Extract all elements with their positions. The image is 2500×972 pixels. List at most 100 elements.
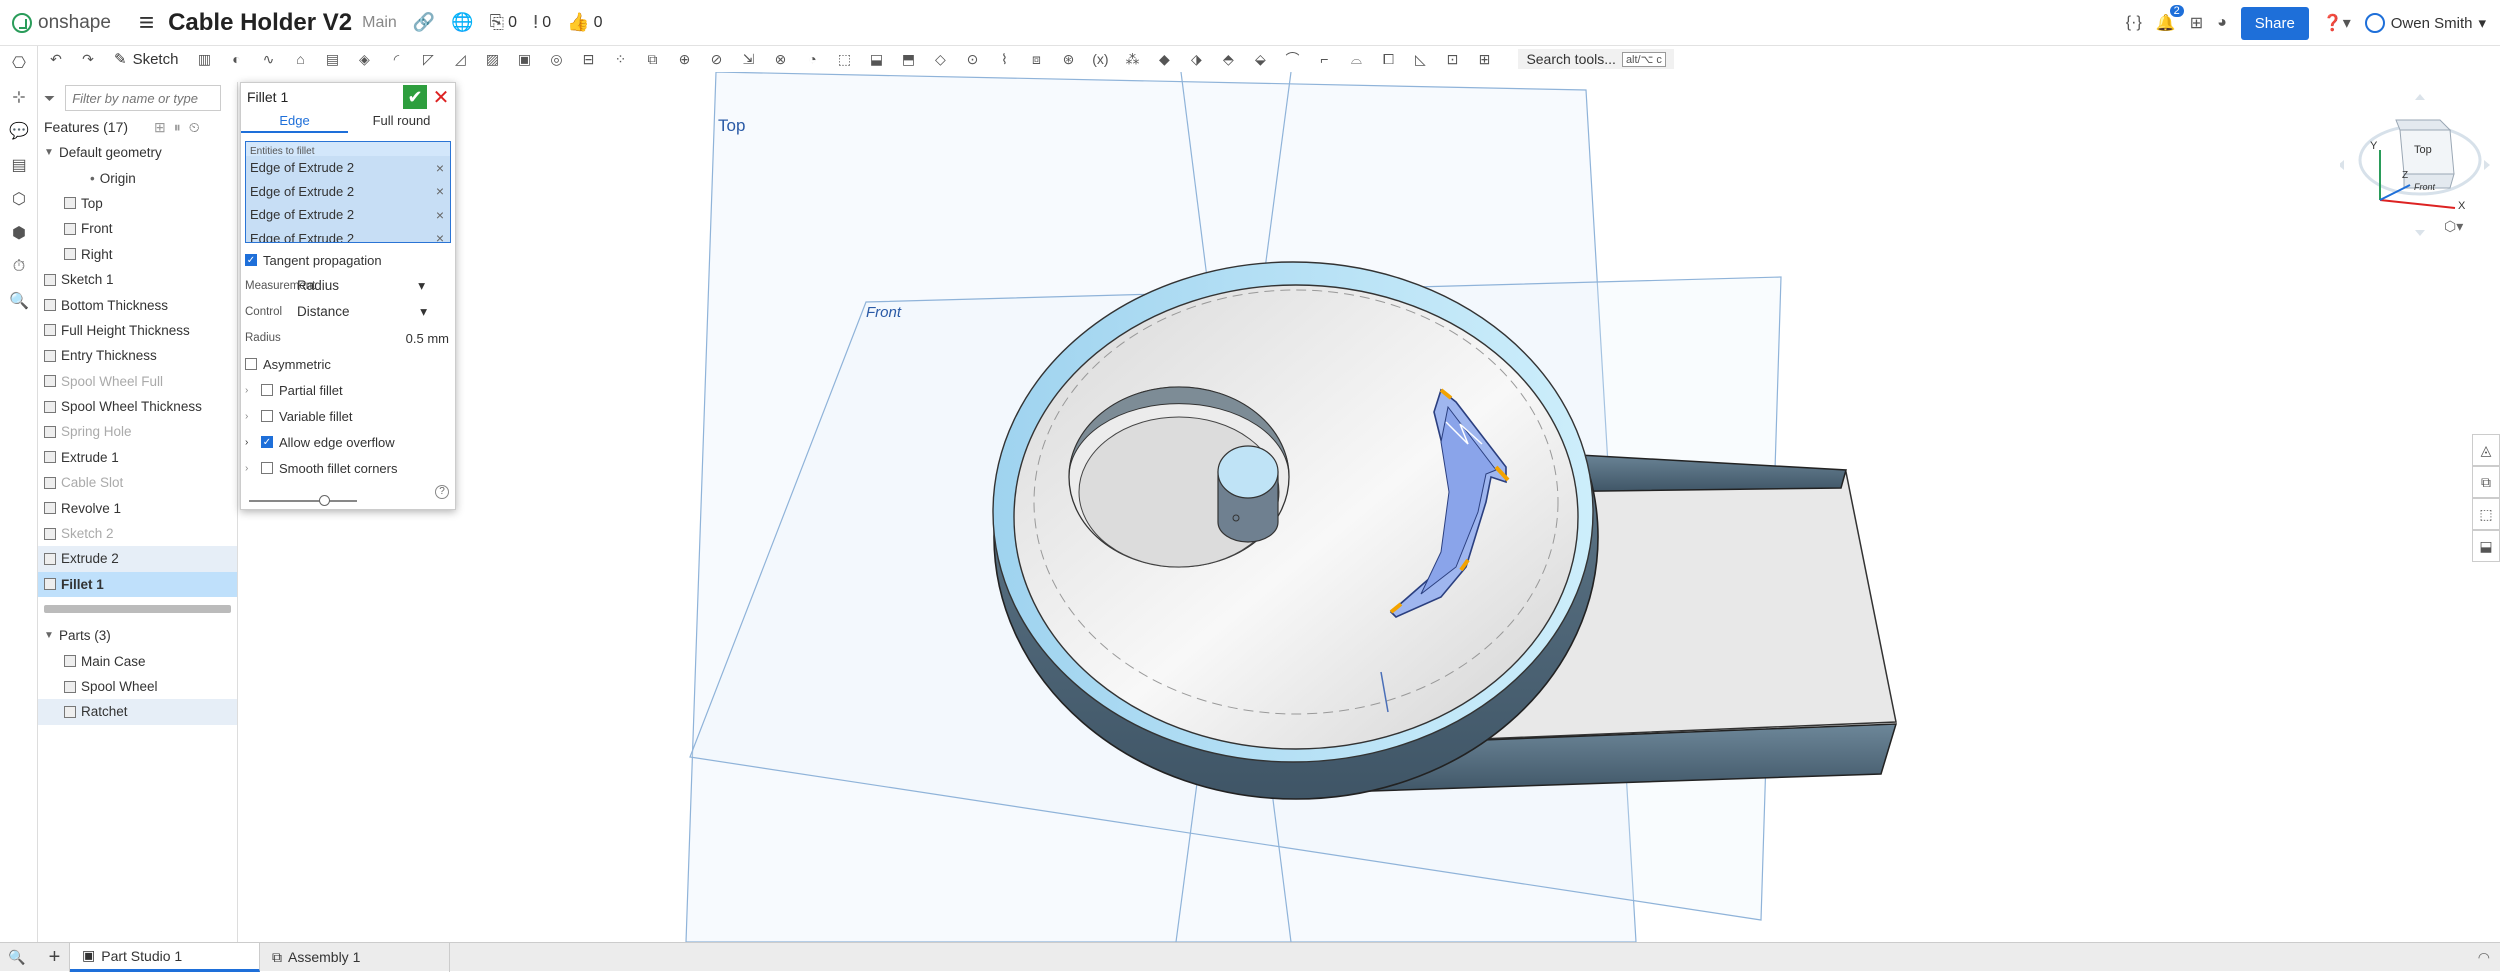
tree-item[interactable]: Spring Hole <box>38 419 237 444</box>
redo-icon[interactable]: ↷ <box>77 49 99 69</box>
filter-input[interactable] <box>65 85 222 111</box>
offset-surface-icon[interactable]: ⬒ <box>897 49 919 69</box>
help-icon[interactable]: ? <box>435 485 449 499</box>
comments-icon[interactable]: 💬 <box>0 114 38 148</box>
app-store-icon[interactable]: ⊞ <box>2190 13 2203 33</box>
tree-item[interactable]: Revolve 1 <box>38 495 237 520</box>
remove-entity-icon[interactable]: × <box>436 230 444 242</box>
notifications-icon[interactable]: 🔔 2 <box>2156 5 2184 33</box>
tree-item[interactable]: Cable Slot <box>38 470 237 495</box>
bom-icon[interactable]: ▤ <box>0 148 38 182</box>
measure-icon[interactable]: ⊛ <box>1057 49 1079 69</box>
parts-panel-icon[interactable]: ⧉ <box>2472 466 2500 498</box>
control-select[interactable]: Distance ▾ <box>297 304 455 320</box>
remove-entity-icon[interactable]: × <box>436 183 444 199</box>
tab-part-studio[interactable]: ▣ Part Studio 1 <box>70 942 260 972</box>
allow-edge-overflow-row[interactable]: › ✓ Allow edge overflow <box>241 429 455 455</box>
model-graphics[interactable] <box>456 71 2476 943</box>
shell-icon[interactable]: ▣ <box>513 49 535 69</box>
remove-entity-icon[interactable]: × <box>436 160 444 176</box>
rib-icon[interactable]: ▨ <box>481 49 503 69</box>
center-post-top[interactable] <box>1217 445 1279 499</box>
tangent-propagation-row[interactable]: ✓ Tangent propagation <box>241 247 455 273</box>
share-button[interactable]: Share <box>2240 6 2309 40</box>
tangent-propagation-checkbox[interactable]: ✓ <box>245 254 257 266</box>
variable-fillet-row[interactable]: › Variable fillet <box>241 403 455 429</box>
thicken-icon[interactable]: ▤ <box>321 49 343 69</box>
view-options-icon[interactable]: ⬡▾ <box>2444 218 2463 235</box>
history-icon[interactable]: ⏱ <box>0 250 38 284</box>
radius-input[interactable]: 0.5 mm <box>297 331 455 346</box>
view-cube-graphic[interactable] <box>2338 90 2490 240</box>
undo-icon[interactable]: ↶ <box>45 49 67 69</box>
extrude-icon[interactable]: ▥ <box>193 49 215 69</box>
entity-item[interactable]: Edge of Extrude 2 × <box>246 179 450 203</box>
chamfer-icon[interactable]: ◸ <box>417 49 439 69</box>
mirror-icon[interactable]: ⧉ <box>641 49 663 69</box>
tree-item[interactable]: • Origin <box>38 165 237 190</box>
entity-item[interactable]: Edge of Extrude 2 × <box>246 203 450 227</box>
confirm-button[interactable]: ✔ <box>403 85 427 109</box>
globe-icon[interactable]: 🌐 <box>451 12 473 33</box>
document-title[interactable]: Cable Holder V2 <box>168 9 352 37</box>
versions-button[interactable]: ⎘ 0 <box>490 12 517 33</box>
helix-icon[interactable]: ⌇ <box>993 49 1015 69</box>
measurement-select[interactable]: Radius ▾ <box>297 278 455 294</box>
add-folder-icon[interactable]: ⊞ <box>154 119 166 136</box>
search-tools-button[interactable]: Search tools... alt/⌥ c <box>1518 49 1674 69</box>
partial-fillet-checkbox[interactable] <box>261 384 273 396</box>
onshape-logo[interactable]: onshape <box>12 12 111 34</box>
tree-item[interactable]: Full Height Thickness <box>38 318 237 343</box>
enclose-icon[interactable]: ◈ <box>353 49 375 69</box>
tree-item[interactable]: Extrude 1 <box>38 445 237 470</box>
mate-connector-icon[interactable]: ⊙ <box>961 49 983 69</box>
properties-panel-icon[interactable]: ⬓ <box>2472 530 2500 562</box>
part-item[interactable]: Spool Wheel <box>38 674 237 699</box>
hole-icon[interactable]: ◎ <box>545 49 567 69</box>
remove-entity-icon[interactable]: × <box>436 207 444 223</box>
gusset-icon[interactable]: ◺ <box>1409 49 1431 69</box>
sheet-metal-icon[interactable]: ⬗ <box>1185 49 1207 69</box>
tree-item[interactable]: Front <box>38 216 237 241</box>
menu-icon[interactable]: ≡ <box>139 7 154 38</box>
chevron-right-icon[interactable]: › <box>245 463 255 474</box>
tree-item[interactable]: Bottom Thickness <box>38 292 237 317</box>
search-icon[interactable]: 🔍 <box>0 284 38 318</box>
sketch-button[interactable]: ✎ Sketch <box>114 50 178 69</box>
branch-name[interactable]: Main <box>362 14 397 32</box>
chevron-right-icon[interactable]: › <box>245 411 255 422</box>
cancel-button[interactable]: ✕ <box>431 85 451 109</box>
split-icon[interactable]: ⊘ <box>705 49 727 69</box>
filter-icon[interactable]: ⏷ <box>44 90 55 107</box>
replace-face-icon[interactable]: ⬓ <box>865 49 887 69</box>
draft-icon[interactable]: ◿ <box>449 49 471 69</box>
add-feature-icon[interactable]: ⊞ <box>1473 49 1495 69</box>
corner-icon[interactable]: ⌐ <box>1313 49 1335 69</box>
view-cube-top-label[interactable]: Top <box>2414 144 2432 156</box>
thread-icon[interactable]: ⊟ <box>577 49 599 69</box>
learning-icon[interactable]: ◕ <box>2217 14 2227 32</box>
chevron-right-icon[interactable]: › <box>245 437 255 448</box>
asymmetric-checkbox[interactable] <box>245 358 257 370</box>
likes-button[interactable]: 👍 0 <box>567 12 602 33</box>
dialog-title[interactable]: Fillet 1 <box>247 89 288 105</box>
bend-icon[interactable]: ⌒ <box>1281 49 1303 69</box>
flange-icon[interactable]: ⬘ <box>1217 49 1239 69</box>
transform-icon[interactable]: ⇲ <box>737 49 759 69</box>
entities-to-fillet[interactable]: Entities to fillet Edge of Extrude 2 × Edg… <box>245 141 451 243</box>
mass-properties-icon[interactable]: ⬢ <box>0 216 38 250</box>
tag-icon[interactable]: ◆ <box>1153 49 1175 69</box>
tree-item[interactable]: Extrude 2 <box>38 546 237 572</box>
linear-pattern-icon[interactable]: ⁘ <box>609 49 631 69</box>
tab-edge[interactable]: Edge <box>241 111 348 133</box>
frame-icon[interactable]: ⧠ <box>1377 49 1399 69</box>
delete-part-icon[interactable]: ⊗ <box>769 49 791 69</box>
revolve-icon[interactable]: ◐ <box>225 49 247 69</box>
composite-icon[interactable]: ⁂ <box>1121 49 1143 69</box>
tree-item[interactable]: Entry Thickness <box>38 343 237 368</box>
custom-feature-icon[interactable]: ⊡ <box>1441 49 1463 69</box>
tree-item[interactable]: Spool Wheel Full <box>38 369 237 394</box>
appearance-panel-icon[interactable]: ◬ <box>2472 434 2500 466</box>
partial-fillet-row[interactable]: › Partial fillet <box>241 377 455 403</box>
part-item[interactable]: Main Case <box>38 648 237 673</box>
